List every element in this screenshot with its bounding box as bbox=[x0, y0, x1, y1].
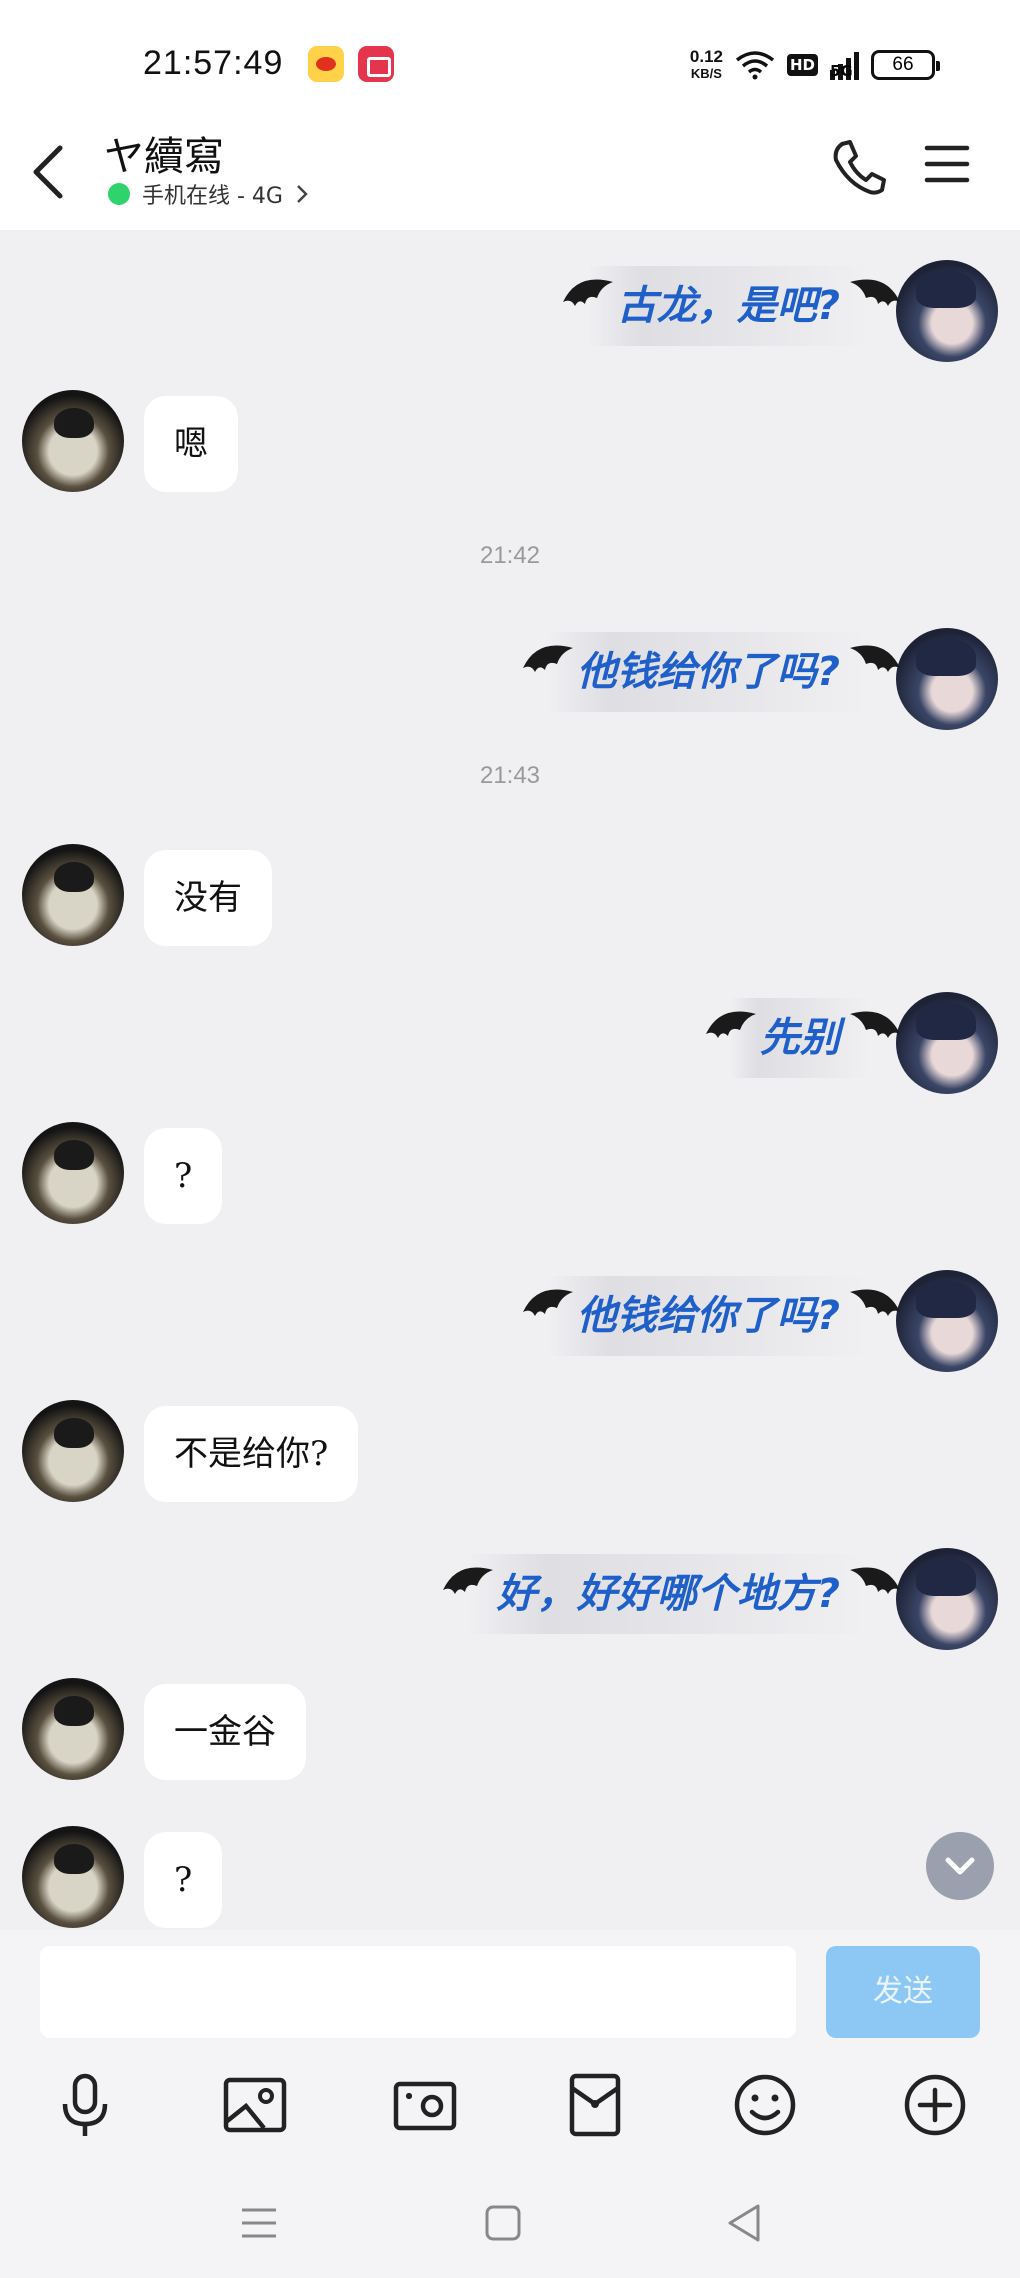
battery-icon: 66 bbox=[871, 50, 940, 80]
image-icon[interactable] bbox=[220, 2070, 290, 2140]
emoji-icon[interactable] bbox=[730, 2070, 800, 2140]
microphone-icon[interactable] bbox=[50, 2070, 120, 2140]
signal-icon: 5G bbox=[830, 50, 859, 80]
my-avatar[interactable] bbox=[896, 1548, 998, 1650]
wing-decoration-icon bbox=[522, 645, 573, 672]
message-text: 不是给你? bbox=[174, 1434, 329, 1474]
message-input[interactable] bbox=[40, 1946, 796, 2038]
weibo-icon bbox=[308, 46, 344, 82]
status-bar: 21:57:49 0.12 KB/S HD 5G 66 bbox=[0, 0, 1020, 118]
back-nav-icon[interactable] bbox=[720, 2198, 770, 2248]
message-text: 没有 bbox=[174, 878, 242, 918]
network-speed: 0.12 KB/S bbox=[690, 48, 723, 82]
contact-name[interactable]: ヤ續寫 bbox=[104, 124, 224, 182]
contact-avatar[interactable] bbox=[22, 1400, 124, 1502]
clock: 21:57:49 bbox=[143, 44, 284, 82]
online-status[interactable]: 手机在线 - 4G bbox=[108, 178, 309, 210]
wing-decoration-icon bbox=[850, 1289, 900, 1316]
contact-avatar[interactable] bbox=[22, 844, 124, 946]
wing-decoration-icon bbox=[850, 279, 900, 306]
message-text: ? bbox=[174, 1156, 193, 1196]
menu-icon[interactable] bbox=[924, 140, 970, 188]
message-text: 好，好好哪个地方? bbox=[496, 1571, 840, 1617]
message-bubble-received[interactable]: ? bbox=[144, 1128, 223, 1224]
message-bubble-received[interactable]: ? bbox=[144, 1832, 223, 1928]
online-dot-icon bbox=[108, 183, 130, 205]
my-avatar[interactable] bbox=[896, 628, 998, 730]
my-avatar[interactable] bbox=[896, 1270, 998, 1372]
contact-avatar[interactable] bbox=[22, 1122, 124, 1224]
back-arrow-icon[interactable] bbox=[28, 140, 74, 204]
home-icon[interactable] bbox=[478, 2198, 528, 2248]
scroll-to-bottom-button[interactable] bbox=[926, 1832, 994, 1900]
wing-decoration-icon bbox=[850, 1567, 900, 1594]
wifi-icon bbox=[735, 51, 775, 80]
message-text: 嗯 bbox=[174, 424, 208, 464]
status-indicators: 0.12 KB/S HD 5G 66 bbox=[690, 40, 940, 90]
online-status-text: 手机在线 - 4G bbox=[142, 184, 283, 209]
input-toolbar bbox=[0, 2050, 1020, 2170]
network-speed-unit: KB/S bbox=[690, 66, 722, 81]
contact-avatar[interactable] bbox=[22, 390, 124, 492]
wing-decoration-icon bbox=[522, 1289, 573, 1316]
message-text: 一金谷 bbox=[174, 1712, 276, 1752]
message-list[interactable]: 古龙，是吧? 嗯 21:42 他钱给你了吗? 21:43 没有 先别 ? 他钱给… bbox=[0, 230, 1020, 1930]
phone-call-icon[interactable] bbox=[830, 138, 886, 196]
message-text: 古龙，是吧? bbox=[616, 283, 840, 329]
wing-decoration-icon bbox=[706, 1011, 756, 1038]
input-bar: 发送 bbox=[0, 1930, 1020, 2050]
system-nav-bar bbox=[0, 2170, 1020, 2278]
network-speed-value: 0.12 bbox=[689, 47, 723, 66]
message-text: 他钱给你了吗? bbox=[576, 1293, 840, 1339]
message-text: 先别 bbox=[760, 1015, 840, 1061]
wing-decoration-icon bbox=[442, 1567, 493, 1594]
message-text: ? bbox=[174, 1860, 193, 1900]
message-bubble-received[interactable]: 不是给你? bbox=[144, 1406, 359, 1502]
wing-decoration-icon bbox=[850, 645, 900, 672]
contact-avatar[interactable] bbox=[22, 1678, 124, 1780]
timestamp: 21:42 bbox=[479, 542, 541, 569]
message-bubble-received[interactable]: 嗯 bbox=[144, 396, 238, 492]
my-avatar[interactable] bbox=[896, 992, 998, 1094]
battery-level: 66 bbox=[892, 54, 914, 75]
wing-decoration-icon bbox=[850, 1011, 900, 1038]
plus-icon[interactable] bbox=[900, 2070, 970, 2140]
timestamp: 21:43 bbox=[479, 762, 541, 789]
contact-avatar[interactable] bbox=[22, 1826, 124, 1928]
wing-decoration-icon bbox=[562, 279, 613, 306]
signal-5g-label: 5G bbox=[830, 62, 853, 80]
message-bubble-received[interactable]: 一金谷 bbox=[144, 1684, 306, 1780]
message-bubble-sent[interactable]: 好，好好哪个地方? bbox=[442, 1554, 900, 1634]
send-button[interactable]: 发送 bbox=[826, 1946, 980, 2038]
message-bubble-received[interactable]: 没有 bbox=[144, 850, 272, 946]
message-bubble-sent[interactable]: 他钱给你了吗? bbox=[522, 632, 900, 712]
chevron-down-icon bbox=[945, 1857, 975, 1875]
camera-icon[interactable] bbox=[390, 2070, 460, 2140]
screen-record-icon bbox=[358, 46, 394, 82]
chevron-right-icon bbox=[297, 185, 308, 203]
message-text: 他钱给你了吗? bbox=[576, 649, 840, 695]
message-bubble-sent[interactable]: 他钱给你了吗? bbox=[522, 1276, 900, 1356]
red-packet-icon[interactable] bbox=[560, 2070, 630, 2140]
my-avatar[interactable] bbox=[896, 260, 998, 362]
message-bubble-sent[interactable]: 先别 bbox=[706, 998, 900, 1078]
hd-badge: HD bbox=[786, 54, 818, 76]
message-bubble-sent[interactable]: 古龙，是吧? bbox=[562, 266, 900, 346]
chat-header: ヤ續寫 手机在线 - 4G bbox=[0, 118, 1020, 230]
recent-apps-icon[interactable] bbox=[234, 2198, 284, 2248]
